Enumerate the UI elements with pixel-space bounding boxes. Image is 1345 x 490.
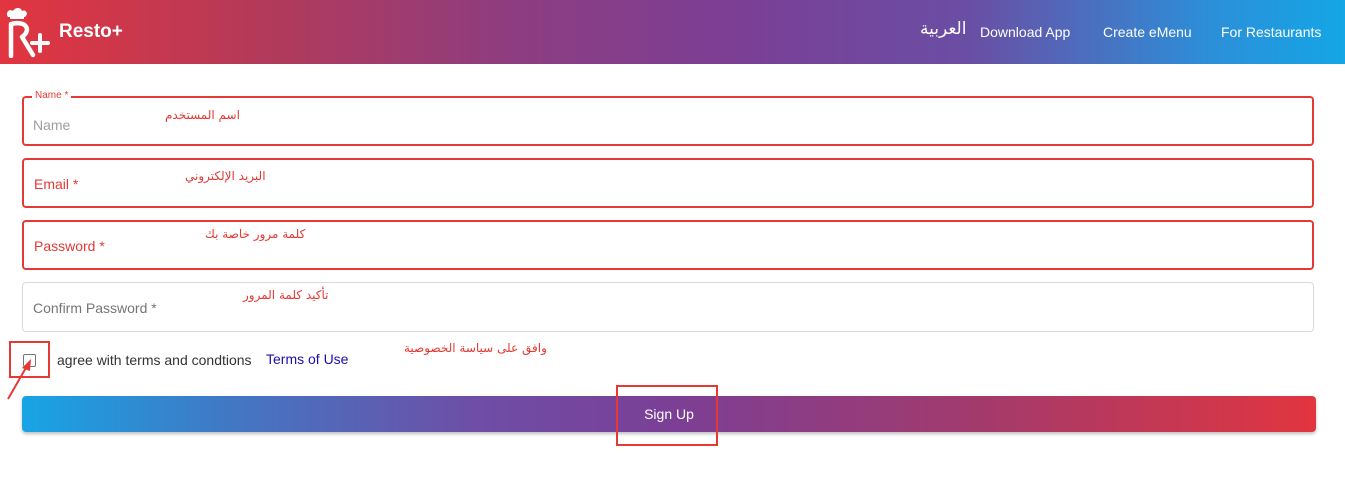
terms-annotation: وافق على سياسة الخصوصية [404,341,547,355]
email-field[interactable]: Email * [22,158,1314,208]
terms-agree-text[interactable]: agree with terms and condtions [57,352,252,368]
confirm-password-input[interactable] [32,283,1292,331]
password-annotation: كلمة مرور خاصة بك [205,227,306,241]
confirm-password-field[interactable]: Confirm Password * [22,282,1314,332]
name-field-legend: Name * [32,90,72,101]
nav-for-restaurants[interactable]: For Restaurants [1221,24,1321,40]
sign-up-label: Sign Up [644,406,694,422]
nav-create-emenu[interactable]: Create eMenu [1103,24,1192,40]
nav-language-arabic[interactable]: العربية [920,19,966,39]
email-input[interactable] [33,160,1293,206]
terms-of-use-link[interactable]: Terms of Use [266,351,348,367]
top-navbar: Resto+ العربية Download App Create eMenu… [0,0,1345,64]
name-annotation: اسم المستخدم [165,108,240,122]
email-annotation: البريد الإلكتروني [185,169,266,183]
nav-download-app[interactable]: Download App [980,24,1070,40]
sign-up-button[interactable]: Sign Up [22,396,1316,432]
resto-plus-logo-icon[interactable] [2,6,52,58]
confirm-password-annotation: تأكيد كلمة المرور [243,288,329,302]
brand-name[interactable]: Resto+ [59,21,123,43]
